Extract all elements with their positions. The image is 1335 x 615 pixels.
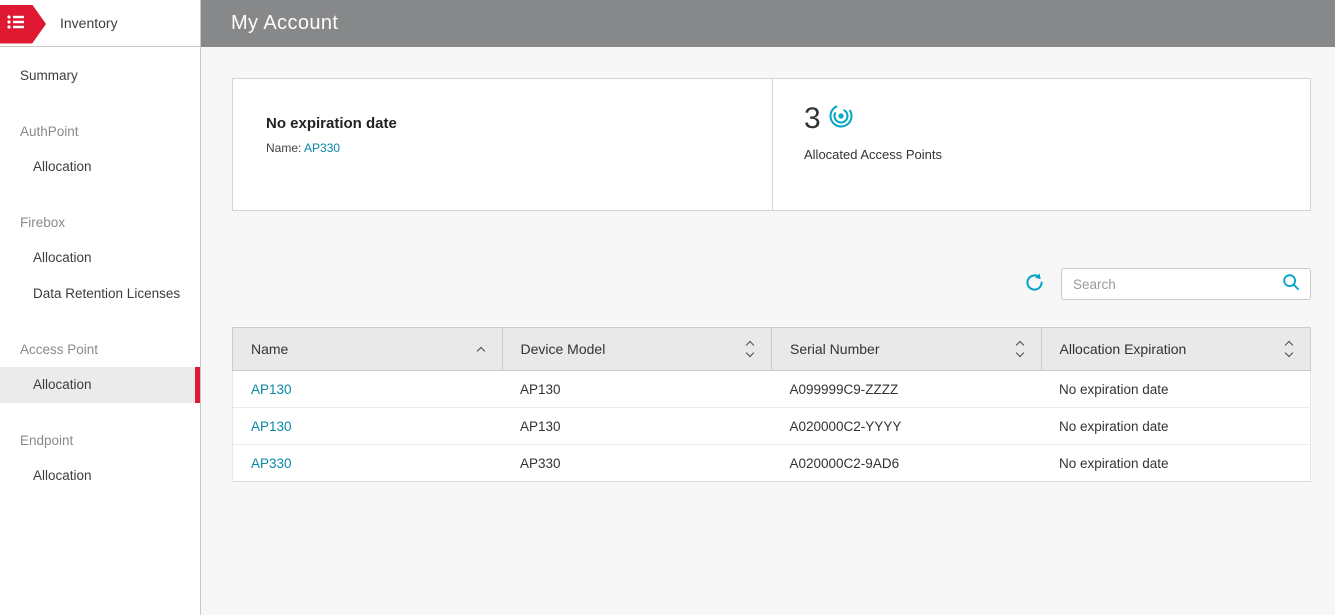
refresh-icon [1023,271,1046,297]
brand-logo[interactable] [0,4,46,44]
summary-cards: No expiration date Name: AP330 3 Allocat… [232,78,1311,211]
list-icon [7,14,25,35]
table-row: AP330 AP330 A020000C2-9AD6 No expiration… [232,444,1311,482]
sidebar-item-summary[interactable]: Summary [0,58,200,94]
app-title: Inventory [60,15,118,31]
content: No expiration date Name: AP330 3 Allocat… [201,47,1335,482]
allocated-count: 3 [804,102,821,135]
column-label: Allocation Expiration [1059,341,1187,357]
sidebar-item-firebox-allocation[interactable]: Allocation [0,240,200,276]
column-header-serial-number[interactable]: Serial Number [771,327,1042,371]
sidebar-item-authpoint-allocation[interactable]: Allocation [0,149,200,185]
column-header-allocation-expiration[interactable]: Allocation Expiration [1040,327,1311,371]
name-label: Name: [266,141,302,155]
column-header-device-model[interactable]: Device Model [501,327,772,371]
sidebar-section-access-point: Access Point [20,342,99,357]
search-box [1061,268,1311,300]
allocated-count-label: Allocated Access Points [804,147,943,162]
main-header: My Account [201,0,1335,47]
sidebar-section-firebox: Firebox [20,215,66,230]
sidebar-section-authpoint: AuthPoint [20,124,79,139]
count-row: 3 [804,103,1290,135]
allocation-expiration-cell: No expiration date [1041,370,1311,408]
sort-both-icon[interactable] [1015,340,1024,358]
device-link[interactable]: AP130 [251,382,292,397]
column-label: Name [251,341,289,357]
serial-number-cell: A020000C2-YYYY [771,407,1041,445]
table-header-row: Name Device Model Serial Number Allocati… [232,327,1311,371]
device-model-cell: AP130 [502,370,772,408]
sidebar-item-access-point-allocation[interactable]: Allocation [0,367,200,403]
sidebar-section-endpoint: Endpoint [20,433,74,448]
sort-asc-icon[interactable] [476,345,485,355]
page-title: My Account [231,12,339,34]
serial-number-cell: A099999C9-ZZZZ [771,370,1041,408]
sidebar: Inventory Summary AuthPoint Allocation F… [0,0,201,615]
sort-both-icon[interactable] [1284,340,1294,358]
sidebar-item-data-retention-licenses[interactable]: Data Retention Licenses [0,276,200,312]
sidebar-nav: Summary AuthPoint Allocation Firebox All… [0,47,200,494]
device-name-link[interactable]: AP330 [304,141,340,155]
sidebar-item-endpoint-allocation[interactable]: Allocation [0,458,200,494]
search-input[interactable] [1073,276,1281,292]
expiration-card-title: No expiration date [266,115,397,132]
sidebar-header: Inventory [0,0,200,47]
table-toolbar [232,268,1311,300]
expiration-card: No expiration date Name: AP330 [233,79,773,210]
search-icon[interactable] [1281,272,1301,297]
column-label: Device Model [520,341,606,357]
device-model-cell: AP130 [502,407,772,445]
allocation-expiration-cell: No expiration date [1041,444,1311,482]
allocated-count-card: 3 Allocated Access Points [773,79,1310,210]
device-link[interactable]: AP330 [251,456,292,471]
device-model-cell: AP330 [502,444,772,482]
table-row: AP130 AP130 A099999C9-ZZZZ No expiration… [232,370,1311,408]
main-area: My Account No expiration date Name: AP33… [201,0,1335,615]
expiration-card-name-line: Name: AP330 [266,141,752,155]
refresh-button[interactable] [1023,271,1046,297]
access-point-icon [828,103,854,134]
table-row: AP130 AP130 A020000C2-YYYY No expiration… [232,407,1311,445]
allocation-expiration-cell: No expiration date [1041,407,1311,445]
serial-number-cell: A020000C2-9AD6 [771,444,1041,482]
device-link[interactable]: AP130 [251,419,292,434]
sort-both-icon[interactable] [745,340,755,358]
column-label: Serial Number [790,341,880,357]
devices-table: Name Device Model Serial Number Allocati… [232,327,1311,482]
column-header-name[interactable]: Name [232,327,503,371]
devices-table-wrap: Name Device Model Serial Number Allocati… [232,327,1311,482]
